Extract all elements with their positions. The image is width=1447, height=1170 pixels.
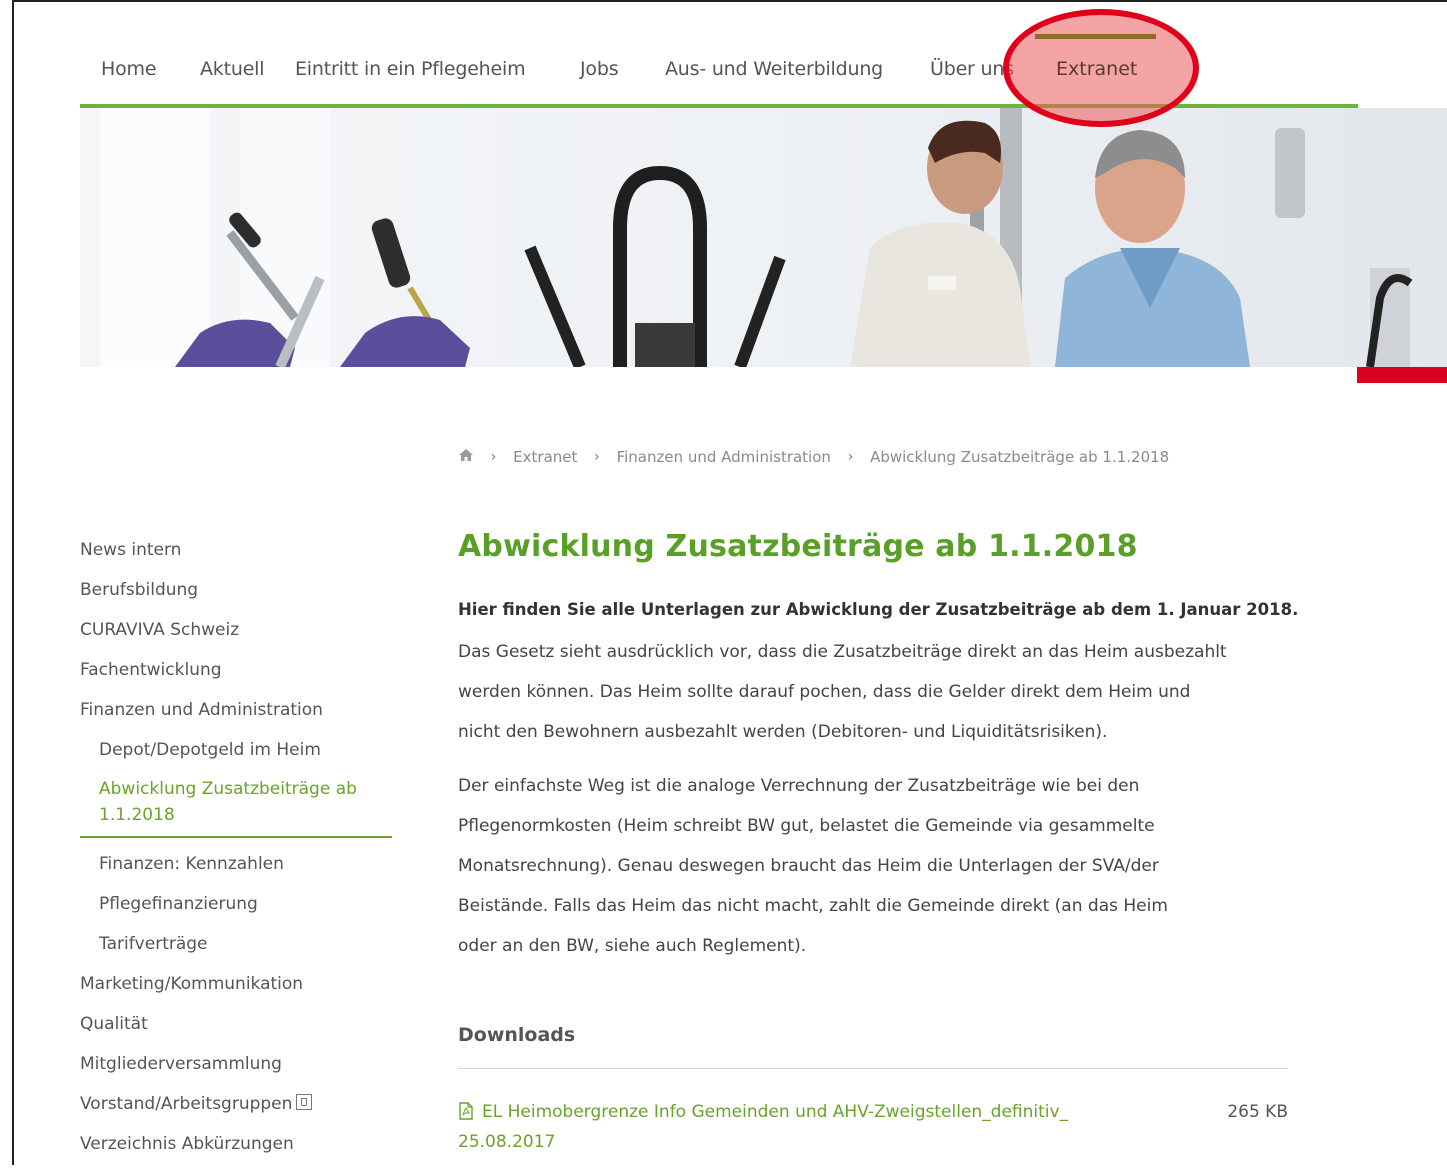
breadcrumb-separator: › (594, 448, 600, 465)
intro-text: Hier finden Sie alle Unterlagen zur Abwi… (458, 600, 1299, 619)
hero-accent-bar (1357, 367, 1447, 383)
paragraph-line: Der einfachste Weg ist die analoge Verre… (458, 776, 1140, 796)
downloads-divider (458, 1068, 1288, 1069)
nav-eintritt-pflegeheim[interactable]: Eintritt in ein Pflegeheim (295, 58, 526, 80)
sidebar-item-abwicklung-zusatzbeitraege[interactable]: Abwicklung Zusatzbeiträge ab 1.1.2018 (80, 776, 392, 838)
paragraph-line: Monatsrechnung). Genau deswegen braucht … (458, 856, 1159, 876)
nav-aus-weiterbildung[interactable]: Aus- und Weiterbildung (665, 58, 883, 80)
sidebar-item-vorstand-arbeitsgruppen[interactable]: Vorstand/Arbeitsgruppen (80, 1090, 392, 1130)
sidebar-item-label: Vorstand/Arbeitsgruppen (80, 1094, 293, 1114)
main-content: Abwicklung Zusatzbeiträge ab 1.1.2018 Hi… (458, 524, 1299, 1157)
sidebar-item-qualitaet[interactable]: Qualität (80, 1010, 392, 1050)
home-icon[interactable] (458, 448, 474, 466)
pdf-icon (459, 1102, 473, 1120)
breadcrumb-separator: › (847, 448, 854, 465)
sidebar-navigation: News intern Berufsbildung CURAVIVA Schwe… (80, 536, 392, 1170)
paragraph-line: oder an den BW, siehe auch Reglement). (458, 936, 807, 956)
file-size: 265 KB (1227, 1102, 1288, 1122)
download-link[interactable]: EL Heimobergrenze Info Gemeinden und AHV… (458, 1097, 1158, 1157)
sidebar-item-mitgliederversammlung[interactable]: Mitgliederversammlung (80, 1050, 392, 1090)
breadcrumb-finanzen-administration[interactable]: Finanzen und Administration (617, 448, 831, 466)
sidebar-item-depot[interactable]: Depot/Depotgeld im Heim (80, 736, 392, 776)
breadcrumb-extranet[interactable]: Extranet (513, 448, 577, 466)
paragraph-2: Der einfachste Weg ist die analoge Verre… (458, 766, 1288, 966)
window-frame-top (12, 0, 1447, 2)
lock-icon (296, 1094, 313, 1110)
sidebar-item-marketing-kommunikation[interactable]: Marketing/Kommunikation (80, 970, 392, 1010)
sidebar-item-news-intern[interactable]: News intern (80, 536, 392, 576)
downloads-heading: Downloads (458, 1024, 576, 1046)
paragraph-line: werden können. Das Heim sollte darauf po… (458, 682, 1191, 702)
download-name: EL Heimobergrenze Info Gemeinden und AHV… (482, 1102, 1069, 1122)
paragraph-1: Das Gesetz sieht ausdrücklich vor, dass … (458, 632, 1288, 752)
sidebar-item-pflegefinanzierung[interactable]: Pflegefinanzierung (80, 890, 392, 930)
nav-extranet[interactable]: Extranet (1056, 58, 1137, 80)
breadcrumb: › Extranet › Finanzen und Administration… (458, 447, 1169, 471)
sidebar-item-curaviva-schweiz[interactable]: CURAVIVA Schweiz (80, 616, 392, 656)
sidebar-item-verzeichnis-abkuerzungen[interactable]: Verzeichnis Abkürzungen (80, 1130, 392, 1170)
sidebar-item-tarifvertraege[interactable]: Tarifverträge (80, 930, 392, 970)
nav-aktuell[interactable]: Aktuell (200, 58, 265, 80)
breadcrumb-separator: › (490, 448, 497, 465)
page-title: Abwicklung Zusatzbeiträge ab 1.1.2018 (458, 529, 1138, 564)
paragraph-line: Pflegenormkosten (Heim schreibt BW gut, … (458, 816, 1155, 836)
hero-image (80, 108, 1447, 367)
nav-home[interactable]: Home (101, 58, 157, 80)
nav-active-marker (1035, 34, 1156, 39)
paragraph-line: Beistände. Falls das Heim das nicht mach… (458, 896, 1168, 916)
sidebar-item-finanzen-kennzahlen[interactable]: Finanzen: Kennzahlen (80, 850, 392, 890)
breadcrumb-current-page: Abwicklung Zusatzbeiträge ab 1.1.2018 (870, 447, 1170, 466)
sidebar-item-fachentwicklung[interactable]: Fachentwicklung (80, 656, 392, 696)
paragraph-line: nicht den Bewohnern ausbezahlt werden (D… (458, 722, 1108, 742)
sidebar-item-berufsbildung[interactable]: Berufsbildung (80, 576, 392, 616)
paragraph-line: Das Gesetz sieht ausdrücklich vor, dass … (458, 642, 1227, 662)
nav-ueber-uns[interactable]: Über uns (930, 58, 1014, 80)
window-frame-left (12, 0, 14, 1165)
download-item: EL Heimobergrenze Info Gemeinden und AHV… (458, 1097, 1288, 1157)
download-name-continued: 25.08.2017 (458, 1132, 556, 1152)
nav-jobs[interactable]: Jobs (580, 58, 619, 80)
sidebar-item-finanzen-administration[interactable]: Finanzen und Administration (80, 696, 392, 736)
